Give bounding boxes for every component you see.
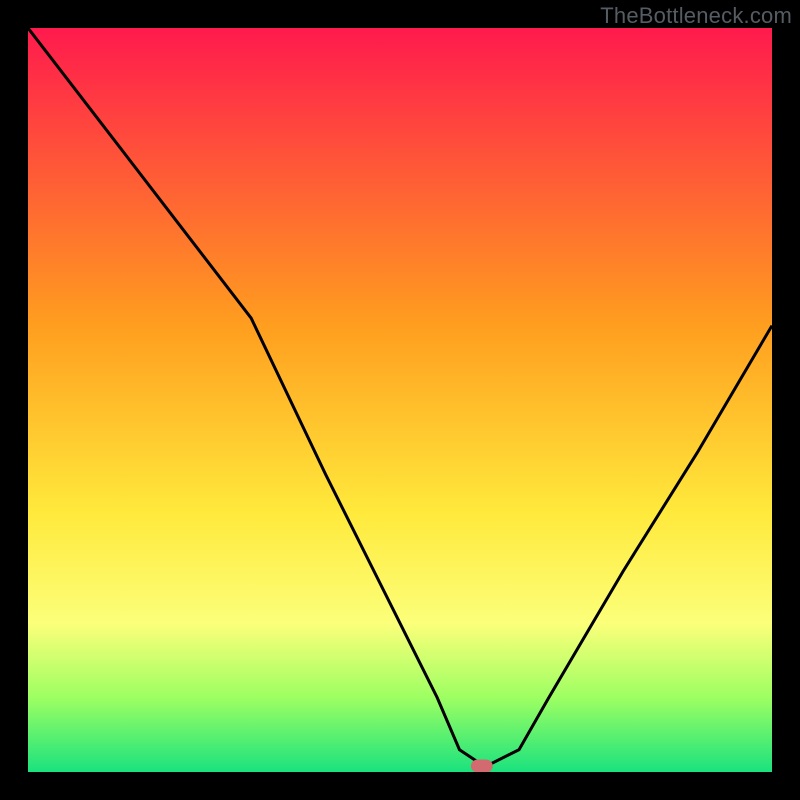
chart-frame: TheBottleneck.com: [0, 0, 800, 800]
optimal-marker: [471, 760, 493, 773]
gradient-background: [28, 28, 772, 772]
plot-area: [28, 28, 772, 772]
watermark-label: TheBottleneck.com: [600, 3, 792, 29]
bottleneck-chart: [28, 28, 772, 772]
